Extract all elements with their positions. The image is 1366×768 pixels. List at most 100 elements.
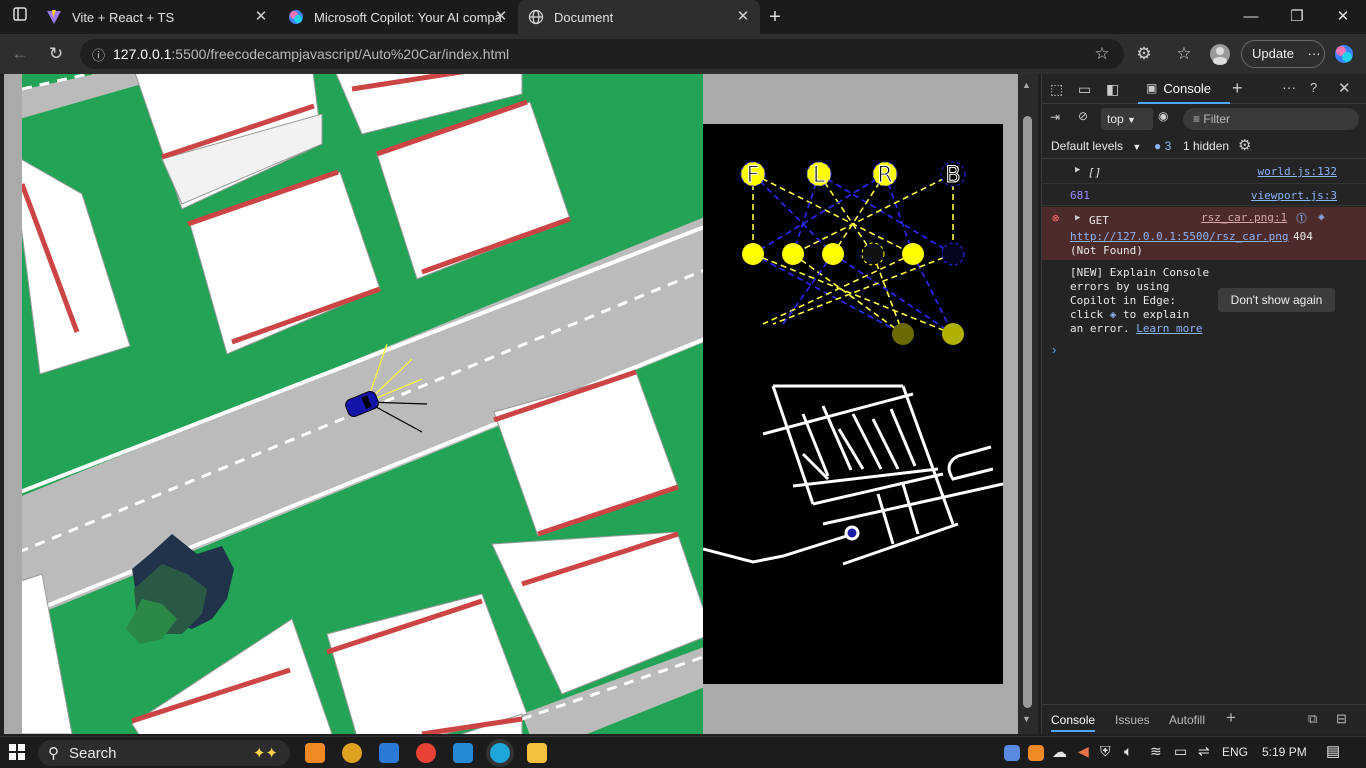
tab-strip: Vite + React + TS ✕ Microsoft Copilot: Y…	[0, 0, 1366, 34]
dock-icon[interactable]: ◧	[1106, 81, 1119, 98]
levels-dropdown[interactable]: Default levels ▼	[1051, 139, 1141, 153]
log-source-link[interactable]: viewport.js:3	[1251, 189, 1337, 202]
tray-wifi-icon[interactable]: ≋	[1150, 743, 1162, 760]
tab-console[interactable]: ▣ Console	[1138, 74, 1230, 104]
drawer-dock-icon[interactable]: ⧉	[1308, 711, 1317, 727]
scroll-up-icon[interactable]: ▲	[1022, 80, 1031, 90]
new-tab-icon[interactable]: +	[752, 0, 798, 34]
expand-arrow-icon[interactable]: ▶	[1075, 213, 1080, 223]
copilot-icon	[288, 9, 304, 25]
sidebar-toggle-icon[interactable]: ⇥	[1050, 110, 1060, 124]
address-bar[interactable]: ⓘ 127.0.0.1:5500/freecodecampjavascript/…	[80, 39, 1124, 69]
tray-network-icon[interactable]: ⇌	[1198, 743, 1210, 760]
update-button[interactable]: Update ···	[1241, 40, 1325, 68]
taskbar-search[interactable]: ⚲ Search ✦✦	[38, 740, 290, 766]
tray-battery-icon[interactable]: ▭	[1174, 743, 1187, 760]
road-top-left	[4, 74, 142, 124]
edge-icon[interactable]	[490, 743, 510, 763]
page-scrollbar[interactable]: ▲ ▼	[1018, 74, 1038, 734]
console-levels-bar: Default levels ▼ ● 3 1 hidden ⚙	[1042, 133, 1366, 159]
clear-console-icon[interactable]: ⊘	[1078, 109, 1088, 123]
more-tools-icon[interactable]: ···	[1282, 79, 1296, 95]
filter-input[interactable]: ≡ Filter	[1183, 108, 1359, 130]
favorites-icon[interactable]: ☆	[1170, 40, 1198, 68]
tab-actions-icon[interactable]	[6, 3, 34, 31]
file-explorer-icon[interactable]	[527, 743, 547, 763]
context-select[interactable]: top ▼	[1101, 108, 1153, 130]
tray-clock[interactable]: 5:19 PM	[1262, 745, 1307, 759]
expand-arrow-icon[interactable]: ▶	[1075, 165, 1080, 175]
copilot-explain-icon[interactable]: ◈	[1318, 210, 1325, 223]
world-drawing	[4, 74, 713, 734]
tray-security-icon[interactable]: ⛨	[1100, 743, 1111, 760]
network-icon[interactable]: ⓵	[1296, 210, 1307, 226]
copilot-sidebar-icon[interactable]	[1330, 40, 1358, 68]
add-tool-icon[interactable]: +	[1232, 78, 1243, 99]
xampp-icon[interactable]	[305, 743, 325, 763]
drawer-add-icon[interactable]: +	[1226, 708, 1236, 728]
console-prompt[interactable]: ›	[1042, 340, 1366, 360]
monitor-icon[interactable]	[379, 743, 399, 763]
vscode-icon[interactable]	[453, 743, 473, 763]
tray-volume-mute-icon[interactable]: ◀	[1078, 743, 1089, 760]
device-toolbar-icon[interactable]: ▭	[1078, 81, 1091, 98]
network-drawing: F L R B	[702, 161, 1004, 566]
log-value: []	[1088, 166, 1102, 179]
live-expression-icon[interactable]: ◉	[1158, 109, 1168, 123]
close-tab-icon[interactable]: ✕	[734, 8, 752, 26]
site-info-icon[interactable]: ⓘ	[92, 45, 105, 64]
error-entry: ⊗ ▶ GET rsz_car.png:1 ⓵ ◈ http://127.0.0…	[1042, 207, 1366, 260]
url-path: :5500/freecodecampjavascript/Auto%20Car/…	[171, 46, 510, 62]
search-label: Search	[69, 744, 117, 762]
dont-show-again-button[interactable]: Don't show again	[1218, 288, 1335, 312]
windows-start-icon[interactable]	[8, 743, 28, 763]
sensor-label-b: B	[945, 163, 960, 188]
tray-xampp-icon[interactable]	[1004, 745, 1020, 761]
error-source-link[interactable]: rsz_car.png:1	[1201, 211, 1287, 224]
notification-icon[interactable]: ▤	[1326, 742, 1340, 760]
tray-sound-icon[interactable]: 🔈︎	[1124, 743, 1132, 760]
favorite-star-icon[interactable]: ☆	[1088, 40, 1116, 68]
minimize-icon[interactable]: —	[1228, 0, 1274, 34]
tray-app-icon[interactable]	[1028, 745, 1044, 761]
levels-label: Default levels	[1051, 139, 1124, 153]
learn-more-link[interactable]: Learn more	[1136, 322, 1202, 335]
app-icon[interactable]	[342, 743, 362, 763]
network-visualizer: F L R B	[702, 124, 1004, 684]
help-icon[interactable]: ?	[1310, 80, 1317, 95]
chrome-icon[interactable]	[416, 743, 436, 763]
log-entry: 681 viewport.js:3	[1042, 184, 1366, 206]
tab-copilot[interactable]: Microsoft Copilot: Your AI compa ✕	[278, 0, 518, 34]
tray-weather-icon[interactable]: ☁	[1052, 743, 1067, 761]
restore-icon[interactable]: ❐	[1274, 0, 1320, 34]
inspect-icon[interactable]: ⬚	[1050, 81, 1063, 98]
context-value: top	[1107, 112, 1124, 126]
extensions-icon[interactable]: ⚙	[1130, 40, 1158, 68]
issues-count: 3	[1164, 139, 1172, 153]
drawer-tab-issues[interactable]: Issues	[1115, 713, 1150, 727]
back-icon[interactable]: ←	[6, 40, 34, 68]
tab-document[interactable]: Document ✕	[518, 0, 760, 34]
error-url[interactable]: http://127.0.0.1:5500/rsz_car.png	[1070, 230, 1289, 243]
issues-badge[interactable]: ● 3	[1154, 139, 1171, 153]
scrollbar-thumb[interactable]	[1023, 116, 1032, 708]
error-status: 404	[1293, 230, 1313, 243]
tab-title: Document	[554, 9, 614, 25]
drawer-tab-autofill[interactable]: Autofill	[1169, 713, 1205, 727]
close-devtools-icon[interactable]: ✕	[1338, 79, 1351, 97]
tab-vite[interactable]: Vite + React + TS ✕	[36, 0, 278, 34]
prompt-chevron-icon: ›	[1052, 342, 1057, 357]
refresh-icon[interactable]: ↻	[42, 40, 70, 68]
log-source-link[interactable]: world.js:132	[1258, 165, 1337, 178]
close-tab-icon[interactable]: ✕	[252, 8, 270, 26]
update-label: Update	[1252, 46, 1294, 61]
drawer-close-icon[interactable]: ⊟	[1336, 711, 1347, 727]
close-tab-icon[interactable]: ✕	[492, 8, 510, 26]
profile-avatar[interactable]	[1206, 40, 1234, 68]
close-window-icon[interactable]: ✕	[1320, 0, 1366, 34]
scroll-down-icon[interactable]: ▼	[1022, 714, 1031, 724]
world-canvas[interactable]	[4, 74, 713, 734]
console-settings-icon[interactable]: ⚙	[1238, 136, 1251, 154]
tray-language[interactable]: ENG	[1222, 745, 1248, 759]
drawer-tab-console[interactable]: Console	[1051, 713, 1096, 732]
